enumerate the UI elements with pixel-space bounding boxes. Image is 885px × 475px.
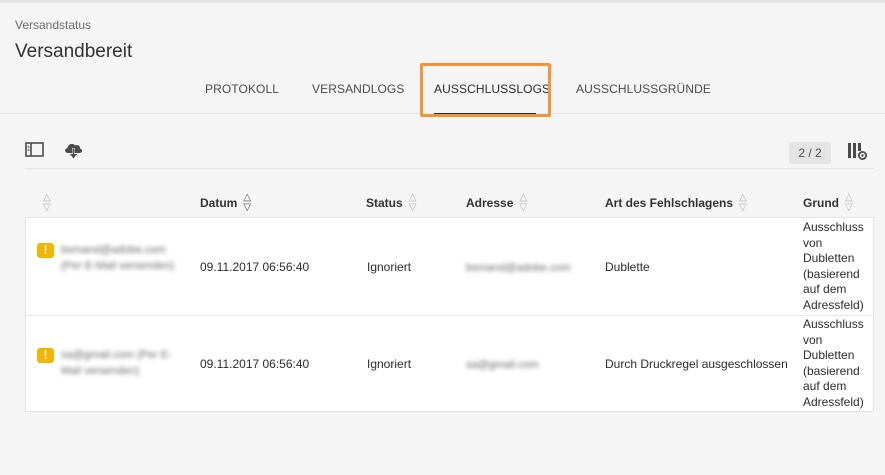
column-header-status[interactable]: Status △ ▽ (366, 193, 416, 213)
breadcrumb[interactable]: Versandstatus (15, 18, 91, 32)
date-cell: 09.11.2017 06:56:40 (200, 260, 310, 274)
tab-protokoll[interactable]: PROTOKOLL (205, 82, 279, 96)
cloud-download-icon[interactable] (62, 139, 84, 161)
failure-type-cell: Dublette (605, 260, 650, 274)
table-row[interactable]: ! bsmand@adobe.com (Per E-Mail versenden… (26, 218, 873, 315)
date-cell: 09.11.2017 06:56:40 (200, 357, 310, 371)
failure-type-cell: Durch Druckregel ausgeschlossen (605, 357, 788, 371)
toolbar: 2 / 2 (0, 135, 885, 169)
table-row[interactable]: ! sa@gmail.com (Per E-Mail versenden) 09… (26, 315, 873, 412)
active-tab-indicator (434, 113, 536, 115)
page-title: Versandbereit (15, 41, 133, 62)
reason-cell: Ausschluss von Dubletten (basierend auf … (803, 317, 864, 409)
status-cell: Ignoriert (367, 357, 412, 371)
status-cell: Ignoriert (367, 260, 412, 274)
table-body: ! bsmand@adobe.com (Per E-Mail versenden… (25, 217, 874, 412)
warning-icon: ! (37, 348, 54, 363)
tab-bar: PROTOKOLL VERSANDLOGS AUSSCHLUSSLOGS AUS… (0, 70, 885, 115)
warning-icon: ! (37, 243, 54, 258)
tab-ausschlusslogs[interactable]: AUSSCHLUSSLOGS (434, 82, 550, 96)
toolbar-divider (25, 168, 874, 169)
sort-icon: △ ▽ (243, 192, 252, 213)
sort-icon: △ ▽ (519, 192, 528, 213)
table-header: △ ▽ Datum △ ▽ Status △ ▽ Adresse △ ▽ Art des… (25, 186, 874, 216)
sort-icon: △ ▽ (408, 192, 417, 213)
tab-ausschlussgruende[interactable]: AUSSCHLUSSGRÜNDE (576, 82, 711, 96)
address-cell: bsmand@adobe.com (466, 262, 571, 274)
panel-toggle-icon[interactable] (24, 141, 44, 157)
sort-icon: △ ▽ (739, 192, 747, 213)
tab-versandlogs[interactable]: VERSANDLOGS (312, 82, 404, 96)
top-border (0, 0, 885, 3)
column-header-datum[interactable]: Datum △ ▽ (200, 193, 251, 213)
recipient-cell: bsmand@adobe.com (Per E-Mail versenden) (61, 244, 175, 272)
reason-cell: Ausschluss von Dubletten (basierend auf … (803, 220, 864, 312)
page-count: 2 / 2 (789, 142, 831, 164)
address-cell: sa@gmail.com (466, 359, 539, 371)
column-header-art[interactable]: Art des Fehlschlagens △ ▽ (605, 193, 747, 213)
column-header-select[interactable]: △ ▽ (43, 193, 51, 213)
column-settings-icon[interactable] (846, 141, 868, 161)
sort-icon: △ ▽ (43, 192, 51, 213)
column-header-grund[interactable]: Grund △ ▽ (803, 193, 853, 213)
recipient-cell: sa@gmail.com (Per E-Mail versenden) (61, 349, 172, 377)
column-header-adresse[interactable]: Adresse △ ▽ (466, 193, 527, 213)
sort-icon: △ ▽ (845, 192, 853, 213)
